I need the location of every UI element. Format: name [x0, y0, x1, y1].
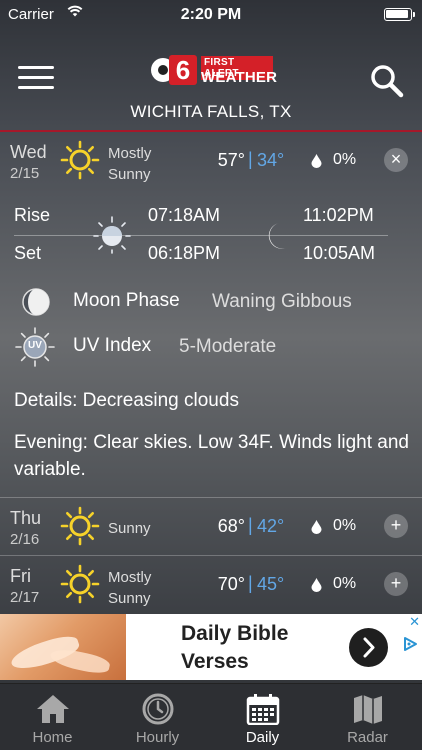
- temp-separator: |: [248, 573, 253, 593]
- temp-separator: |: [248, 515, 253, 535]
- raindrop-icon: [311, 154, 322, 173]
- tab-bar: Home Hourly Daily Radar: [0, 683, 422, 750]
- app-header: 6 FIRST ALERT WEATHER WICHITA FALLS, TX: [0, 30, 422, 130]
- ad-banner[interactable]: Daily Bible Verses ✕: [0, 614, 422, 680]
- ad-image: [0, 614, 126, 680]
- menu-icon-bar: [18, 76, 54, 79]
- station-logo: 6 FIRST ALERT WEATHER: [151, 55, 277, 87]
- expand-button[interactable]: +: [384, 572, 408, 596]
- day-name: Wed: [10, 142, 47, 162]
- low-temp: 45°: [257, 574, 285, 594]
- rise-set-panel: Rise Set 07:18AM 06:18PM 11:02PM 10:05AM: [0, 200, 422, 270]
- moon-phase-label: Moon Phase: [73, 290, 180, 311]
- status-bar: Carrier 2:20 PM: [0, 0, 422, 30]
- rise-label: Rise: [14, 205, 51, 225]
- sunrise-time: 07:18AM: [148, 205, 221, 225]
- precip-chance: 0%: [333, 575, 357, 592]
- condition-text: Mostly Sunny: [108, 145, 152, 183]
- uv-icon-text: UV: [28, 340, 42, 351]
- location-title[interactable]: WICHITA FALLS, TX: [0, 102, 422, 122]
- precip-chance: 0%: [333, 151, 357, 168]
- menu-icon-bar: [18, 66, 54, 69]
- sun-icon: [60, 564, 100, 609]
- day-name: Thu: [10, 508, 42, 528]
- tab-label: Home: [32, 729, 73, 746]
- day-row-wed[interactable]: Wed 2/15 Mostly Sunny 57° | 34° 0% ×: [0, 132, 422, 190]
- raindrop-icon: [311, 578, 322, 597]
- tab-home[interactable]: Home: [0, 684, 105, 750]
- tab-label: Daily: [245, 729, 280, 746]
- evening-forecast-text: Evening: Clear skies. Low 34F. Winds lig…: [14, 432, 409, 480]
- condition-text: Mostly Sunny: [108, 569, 152, 607]
- collapse-button[interactable]: ×: [384, 148, 408, 172]
- day-row-fri[interactable]: Fri 2/17 Mostly Sunny 70° | 45° 0% +: [0, 556, 422, 614]
- tab-hourly[interactable]: Hourly: [105, 684, 210, 750]
- ad-title: Daily Bible Verses: [181, 622, 289, 673]
- low-temp: 42°: [257, 516, 285, 536]
- uv-icon: UV: [14, 326, 56, 368]
- calendar-icon: [246, 694, 280, 725]
- clock-icon: [142, 693, 174, 725]
- low-temp: 34°: [257, 150, 285, 170]
- status-time: 2:20 PM: [180, 6, 242, 23]
- sun-icon: [60, 506, 100, 551]
- sunset-time: 06:18PM: [148, 243, 221, 263]
- ad-image-hand: [48, 645, 112, 677]
- ad-go-button[interactable]: [349, 628, 388, 667]
- uv-index-value: 5-Moderate: [179, 336, 277, 357]
- adchoices-icon[interactable]: [402, 636, 418, 657]
- uv-index-row: UV UV Index 5-Moderate: [14, 327, 414, 367]
- battery-icon: [384, 8, 415, 21]
- search-button[interactable]: [368, 62, 406, 100]
- high-temp: 68°: [217, 516, 245, 536]
- day-row-thu[interactable]: Thu 2/16 Sunny 68° | 42° 0% +: [0, 498, 422, 556]
- temp-separator: |: [248, 149, 253, 169]
- uv-index-label: UV Index: [73, 335, 152, 356]
- high-temp: 57°: [217, 150, 245, 170]
- day-date: 2/15: [10, 165, 40, 182]
- horizon-line: [14, 235, 388, 236]
- details-text: Details: Decreasing clouds: [14, 390, 239, 411]
- menu-button[interactable]: [18, 66, 54, 92]
- high-temp: 70°: [217, 574, 245, 594]
- day-name: Fri: [10, 566, 31, 586]
- moonrise-time: 11:02PM: [303, 205, 374, 225]
- sunrise-icon: [92, 214, 132, 259]
- moon-crescent-icon: [262, 221, 288, 256]
- search-icon: [371, 65, 404, 98]
- tab-label: Hourly: [135, 729, 180, 746]
- chevron-right-icon: [363, 637, 375, 658]
- expand-button[interactable]: +: [384, 514, 408, 538]
- tab-label: Radar: [347, 729, 388, 746]
- precip-chance: 0%: [333, 517, 357, 534]
- moon-phase-row: Moon Phase Waning Gibbous: [14, 286, 414, 318]
- raindrop-icon: [311, 520, 322, 539]
- home-icon: [37, 695, 69, 723]
- menu-icon-bar: [18, 86, 54, 89]
- day-date: 2/17: [10, 589, 40, 606]
- tab-daily[interactable]: Daily: [210, 684, 315, 750]
- moon-phase-value: Waning Gibbous: [212, 291, 352, 312]
- set-label: Set: [14, 243, 42, 263]
- sun-icon: [60, 140, 100, 185]
- logo-channel: 6: [169, 55, 197, 85]
- moonset-time: 10:05AM: [303, 243, 376, 263]
- moon-phase-icon: [20, 286, 52, 323]
- ad-close-icon[interactable]: ✕: [409, 614, 420, 630]
- day-date: 2/16: [10, 531, 40, 548]
- condition-text: Sunny: [108, 520, 151, 537]
- map-icon: [354, 695, 382, 724]
- tab-radar[interactable]: Radar: [315, 684, 420, 750]
- logo-line2: WEATHER: [201, 69, 278, 86]
